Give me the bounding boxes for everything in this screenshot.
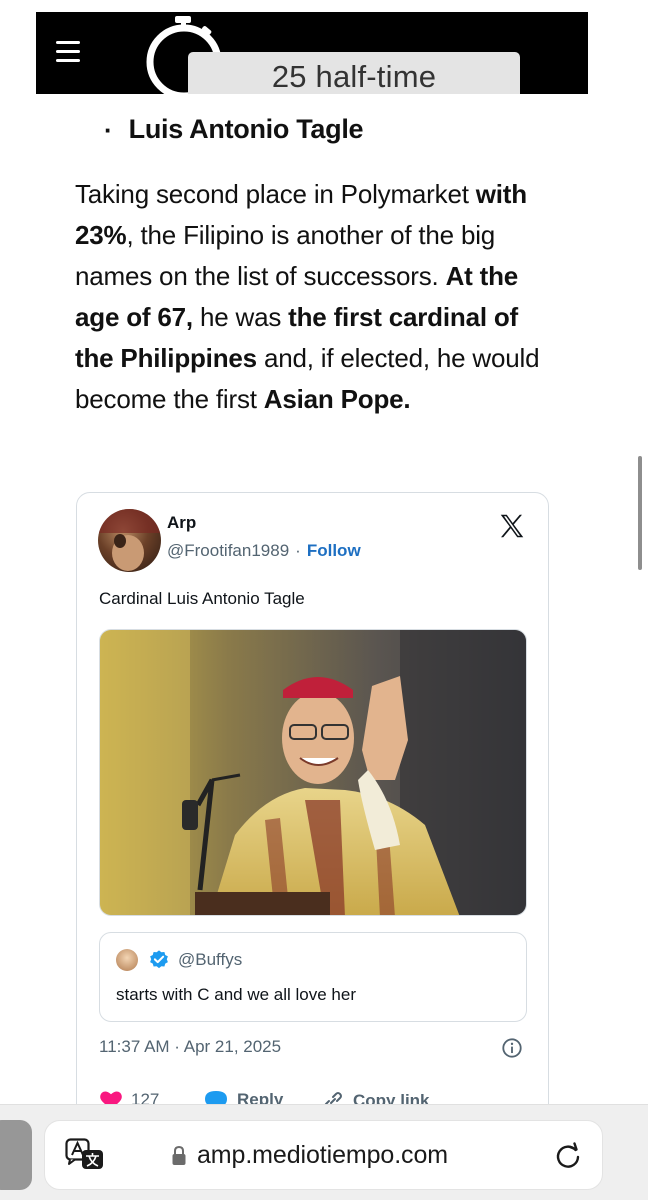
paragraph-text: , the Filipino is another of the big nam… (75, 220, 496, 291)
follow-button[interactable]: Follow (307, 541, 361, 561)
bullet-dot: · (104, 114, 113, 145)
verified-badge-icon (150, 950, 168, 969)
author-avatar[interactable] (98, 509, 161, 572)
previous-tab-preview[interactable] (0, 1120, 32, 1190)
tweet-photo[interactable] (99, 629, 527, 916)
candidate-bullet: · Luis Antonio Tagle (104, 114, 364, 145)
paragraph-bold: Asian Pope. (263, 384, 411, 414)
scroll-indicator[interactable] (638, 456, 642, 570)
quote-handle[interactable]: @Buffys (178, 950, 242, 970)
embedded-tweet[interactable]: Arp @Frootifan1989 · Follow Cardinal Lui… (76, 492, 549, 1132)
article-paragraph: Taking second place in Polymarket with 2… (75, 174, 555, 420)
paragraph-text: he was (192, 302, 289, 332)
paragraph-text: Taking second place in Polymarket (75, 179, 476, 209)
x-logo-icon[interactable] (497, 511, 527, 541)
url-text[interactable]: amp.mediotiempo.com (197, 1141, 448, 1170)
logo-text: 25 half-time (271, 59, 437, 94)
author-handle[interactable]: @Frootifan1989 (167, 541, 289, 561)
translate-icon[interactable] (65, 1138, 105, 1174)
tweet-text: Cardinal Luis Antonio Tagle (99, 589, 305, 608)
quote-avatar[interactable] (116, 949, 138, 971)
author-handle-row: @Frootifan1989 · Follow (167, 541, 361, 561)
quoted-tweet[interactable]: @Buffys starts with C and we all love he… (99, 932, 527, 1022)
candidate-name: Luis Antonio Tagle (128, 114, 364, 144)
quote-text: starts with C and we all love her (116, 985, 356, 1004)
reload-icon[interactable] (553, 1141, 583, 1171)
info-icon[interactable] (501, 1037, 523, 1059)
lock-icon (172, 1145, 186, 1165)
handle-separator: · (295, 541, 301, 560)
site-logo[interactable]: 25 half-time (188, 52, 520, 94)
author-name[interactable]: Arp (167, 513, 196, 533)
address-bar[interactable]: amp.mediotiempo.com (44, 1120, 603, 1190)
site-header: 25 half-time (36, 12, 588, 94)
hamburger-menu-icon[interactable] (56, 41, 80, 62)
tweet-timestamp[interactable]: 11:37 AM · Apr 21, 2025 (99, 1037, 281, 1057)
browser-bottom-bar: amp.mediotiempo.com (0, 1104, 648, 1200)
